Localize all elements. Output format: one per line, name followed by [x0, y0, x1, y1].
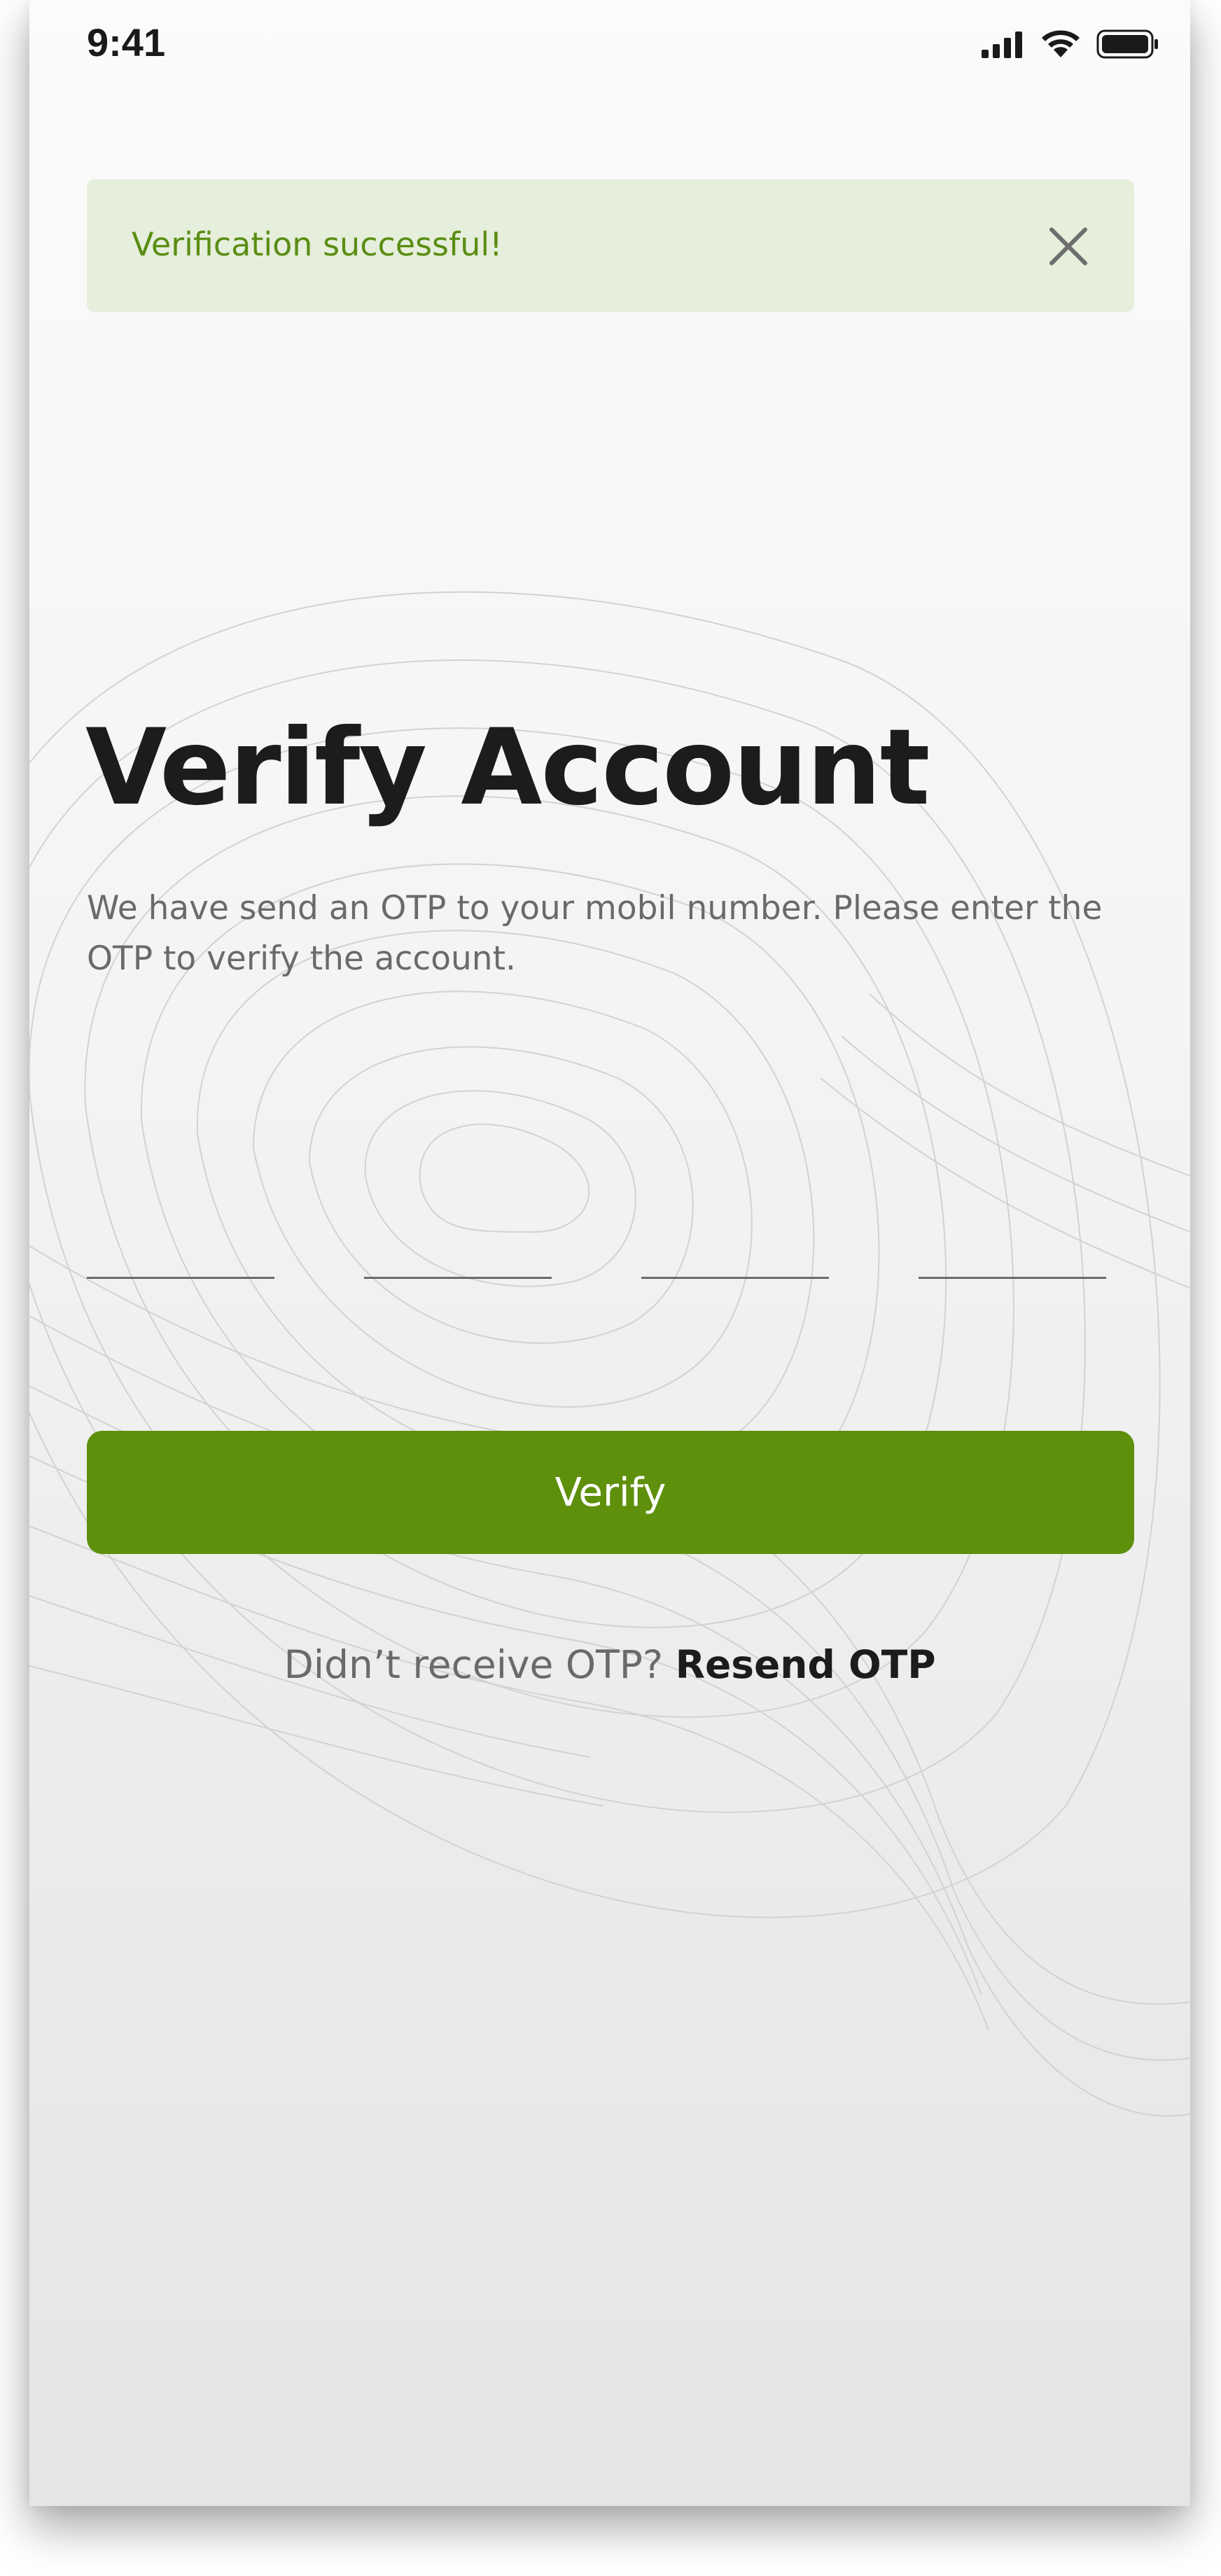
toast-message: Verification successful!	[132, 225, 503, 263]
otp-input-row	[87, 1190, 1134, 1288]
otp-digit-1[interactable]	[87, 1190, 274, 1279]
page-title: Verify Account	[85, 707, 930, 829]
resend-row: Didn’t receive OTP? Resend OTP	[29, 1642, 1190, 1687]
verify-button[interactable]: Verify	[87, 1431, 1134, 1554]
status-icons	[980, 27, 1159, 62]
otp-digit-3[interactable]	[641, 1190, 829, 1279]
wifi-icon	[1042, 30, 1080, 57]
status-bar: 9:41	[29, 0, 1190, 84]
otp-digit-4[interactable]	[919, 1190, 1106, 1279]
page-subtitle: We have send an OTP to your mobil number…	[87, 889, 1103, 978]
otp-digit-2[interactable]	[364, 1190, 552, 1279]
battery-icon	[1096, 29, 1158, 59]
phone-screen: 9:41 Verification successful! Verify Acc…	[29, 0, 1190, 2506]
resend-prompt: Didn’t receive OTP?	[284, 1642, 664, 1687]
success-toast: Verification successful!	[87, 179, 1134, 312]
status-time: 9:41	[87, 20, 166, 64]
resend-otp-link[interactable]: Resend OTP	[676, 1642, 936, 1687]
signal-icon	[982, 31, 1022, 58]
close-icon[interactable]	[1047, 225, 1089, 267]
